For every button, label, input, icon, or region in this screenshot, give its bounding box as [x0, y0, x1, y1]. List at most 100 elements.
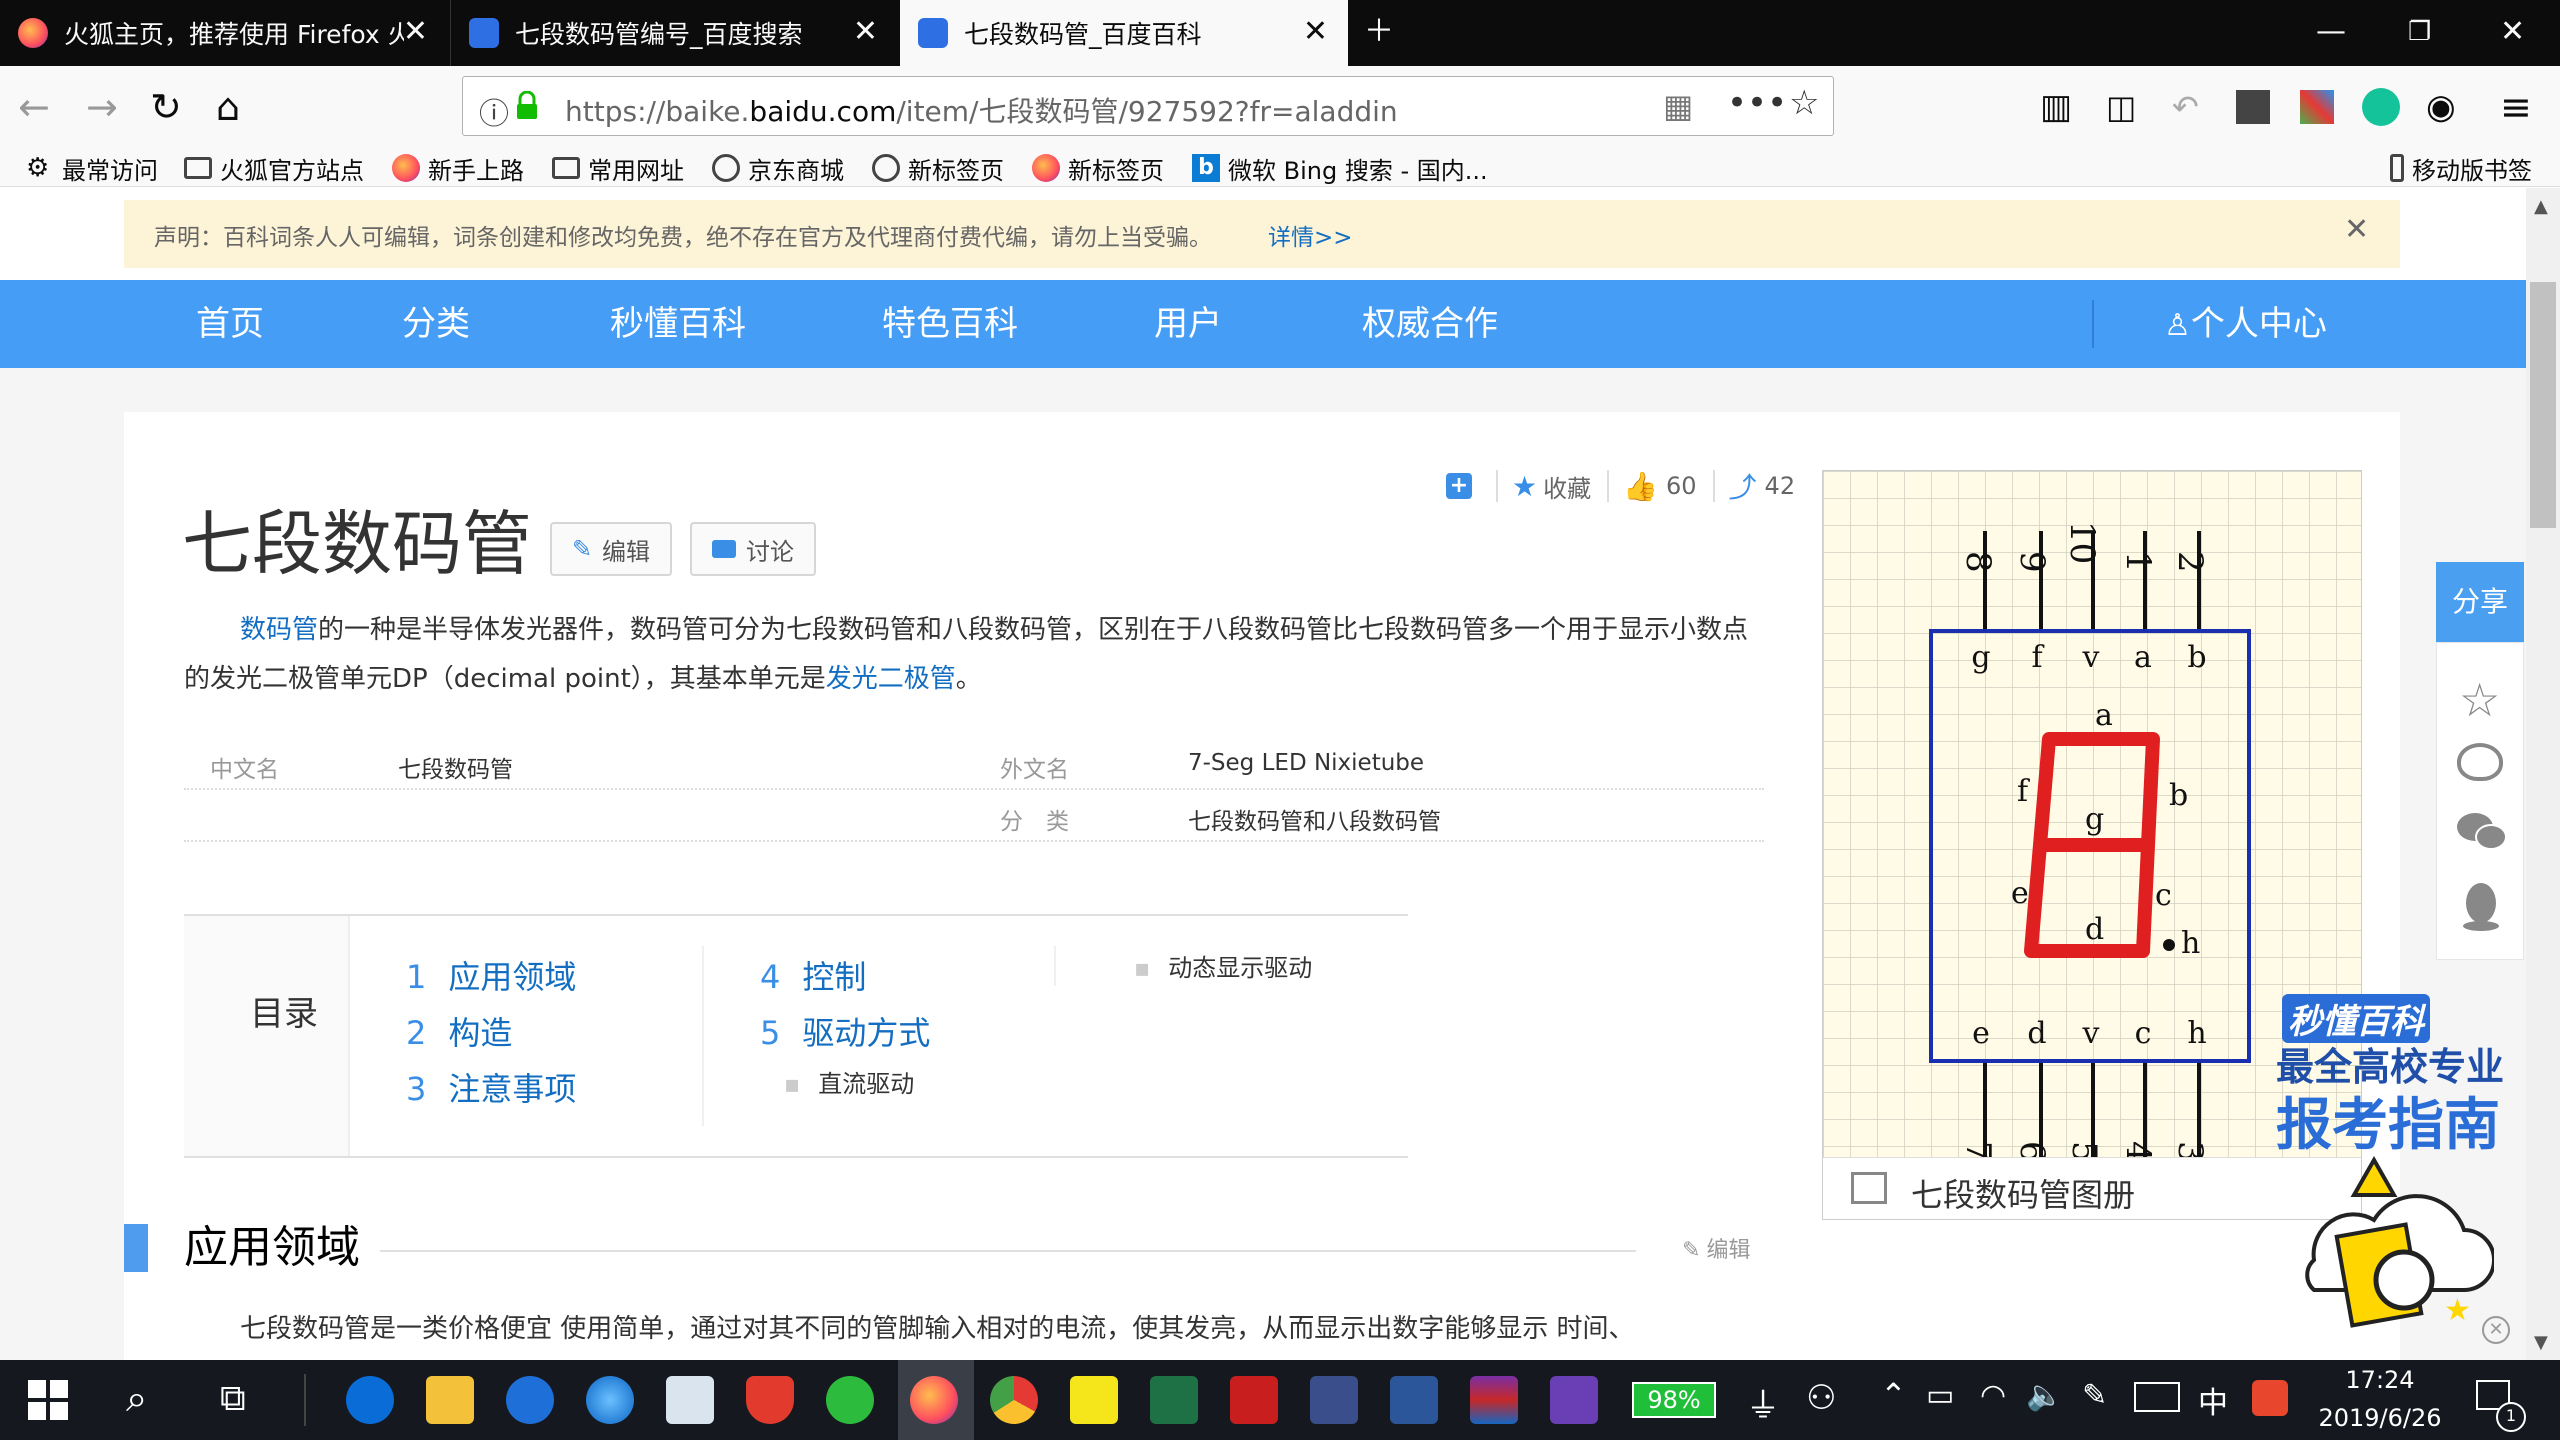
extension-icon[interactable] — [2236, 90, 2270, 124]
app-k-icon[interactable] — [506, 1376, 554, 1424]
close-icon[interactable]: ✕ — [853, 16, 878, 48]
undo-icon[interactable]: ↶ — [2172, 84, 2199, 130]
tab-baike-active[interactable]: 七段数码管_百度百科 ✕ — [900, 0, 1348, 66]
nav-video-wiki[interactable]: 秒懂百科 — [610, 300, 746, 348]
nav-home[interactable]: 首页 — [196, 300, 264, 348]
wechat-icon[interactable] — [826, 1376, 874, 1424]
excel-icon[interactable] — [1150, 1376, 1198, 1424]
menu-icon[interactable]: ≡ — [2500, 84, 2532, 130]
visual-studio-icon[interactable] — [1550, 1376, 1598, 1424]
add-icon[interactable]: + — [1446, 473, 1472, 499]
nav-featured[interactable]: 特色百科 — [882, 300, 1018, 348]
pen-icon[interactable]: ✎ — [2082, 1378, 2107, 1413]
ime-indicator[interactable]: 中 — [2198, 1378, 2228, 1422]
wechat-icon[interactable] — [2455, 811, 2507, 851]
notice-details-link[interactable]: 详情>> — [1268, 218, 1353, 252]
bookmark-star-icon[interactable]: ☆ — [1789, 83, 1819, 123]
battery-indicator[interactable]: 98% — [1632, 1382, 1716, 1418]
edit-button[interactable]: ✎ 编辑 — [550, 522, 672, 576]
minimize-icon[interactable]: — — [2316, 12, 2346, 52]
qzone-star-icon[interactable]: ☆ — [2459, 673, 2500, 727]
star-icon[interactable]: ★ — [1512, 470, 1537, 503]
tab-baidu-search[interactable]: 七段数码管编号_百度搜索 ✕ — [450, 0, 898, 66]
browser-globe-icon[interactable] — [586, 1376, 634, 1424]
toc-subitem[interactable]: ▪ 直流驱动 — [784, 1064, 914, 1099]
bookmark-item[interactable]: ⚙ 最常访问 — [26, 150, 158, 186]
toc-subitem[interactable]: ▪ 动态显示驱动 — [1134, 948, 1312, 983]
security-shield-icon[interactable] — [746, 1376, 794, 1424]
close-icon[interactable]: ✕ — [403, 16, 428, 48]
sidebar-icon[interactable]: ◫ — [2106, 84, 2136, 130]
close-icon[interactable]: ✕ — [1303, 16, 1328, 48]
mobile-bookmarks[interactable]: 移动版书签 — [2390, 150, 2532, 186]
bookmark-item[interactable]: 火狐官方站点 — [184, 150, 364, 186]
account-icon[interactable]: ◉ — [2426, 84, 2456, 130]
toc-item[interactable]: 3 注意事项 — [406, 1064, 576, 1110]
address-bar[interactable]: ⓘ https://baike.baidu.com/item/七段数码管/927… — [462, 76, 1834, 136]
toc-item[interactable]: 2 构造 — [406, 1008, 512, 1054]
share-icon[interactable]: ⤴ — [1729, 466, 1757, 506]
bookmark-item[interactable]: 新手上路 — [392, 150, 524, 186]
reload-icon[interactable]: ↻ — [150, 84, 182, 130]
bookmark-item[interactable]: 常用网址 — [552, 150, 684, 186]
toc-item[interactable]: 4 控制 — [760, 952, 866, 998]
qr-code-icon[interactable]: ▦ — [1663, 87, 1693, 125]
library-icon[interactable]: ▥ — [2040, 84, 2072, 130]
wifi-icon[interactable]: ◠ — [1980, 1378, 2006, 1413]
task-view-icon[interactable]: ⧉ — [220, 1378, 246, 1420]
windows-start-icon[interactable] — [28, 1380, 68, 1420]
link-nixie-tube[interactable]: 数码管 — [240, 615, 318, 645]
qq-icon[interactable] — [2461, 881, 2501, 931]
thumbs-up-icon[interactable]: 👍 — [1623, 470, 1658, 503]
discuss-button[interactable]: 讨论 — [690, 522, 816, 576]
extension-icon[interactable] — [2300, 90, 2334, 124]
volume-icon[interactable]: 🔈 — [2026, 1378, 2063, 1413]
share-panel-header[interactable]: 分享 — [2436, 562, 2524, 642]
tab-firefox-home[interactable]: 火狐主页，推荐使用 Firefox 火 ✕ — [0, 0, 448, 66]
bookmark-item[interactable]: b 微软 Bing 搜索 - 国内... — [1192, 150, 1488, 186]
firefox-icon[interactable] — [910, 1376, 958, 1424]
close-icon[interactable]: ✕ — [2344, 212, 2369, 247]
search-icon[interactable]: ⌕ — [126, 1376, 147, 1421]
grammarly-icon[interactable] — [2362, 88, 2400, 126]
window-close-icon[interactable]: ✕ — [2500, 12, 2525, 52]
nav-cooperation[interactable]: 权威合作 — [1362, 300, 1498, 348]
bookmark-item[interactable]: 新标签页 — [1032, 150, 1164, 186]
chrome-icon[interactable] — [990, 1376, 1038, 1424]
bookmark-item[interactable]: 京东商城 — [712, 150, 844, 186]
personal-center[interactable]: ♙个人中心 — [2164, 300, 2327, 350]
people-icon[interactable]: ⚇ — [1806, 1378, 1836, 1418]
word-icon[interactable] — [1390, 1376, 1438, 1424]
link-led[interactable]: 发光二极管 — [826, 664, 956, 694]
nav-users[interactable]: 用户 — [1154, 300, 1222, 348]
bookmark-item[interactable]: 新标签页 — [872, 150, 1004, 186]
toc-item[interactable]: 5 驱动方式 — [760, 1008, 930, 1054]
home-icon[interactable]: ⌂ — [216, 84, 240, 130]
acrobat-icon[interactable] — [1230, 1376, 1278, 1424]
edge-icon[interactable] — [346, 1376, 394, 1424]
battery-tray-icon[interactable]: ▭ — [1926, 1378, 1954, 1413]
clock-date[interactable]: 2019/6/26 — [2310, 1404, 2450, 1432]
nav-category[interactable]: 分类 — [402, 300, 470, 348]
restore-icon[interactable]: ❐ — [2408, 12, 2431, 52]
weibo-icon[interactable] — [2457, 743, 2503, 781]
keyboard-icon[interactable] — [2134, 1382, 2180, 1412]
scroll-down-icon[interactable]: ▼ — [2534, 1332, 2548, 1353]
scrollbar-thumb[interactable] — [2530, 282, 2556, 528]
winrar-icon[interactable] — [1470, 1376, 1518, 1424]
new-tab-icon[interactable]: ＋ — [1364, 12, 1394, 52]
monitor-app-icon[interactable] — [666, 1376, 714, 1424]
back-icon[interactable]: ← — [18, 84, 50, 130]
file-explorer-icon[interactable] — [426, 1376, 474, 1424]
sogou-ime-icon[interactable] — [2252, 1380, 2288, 1416]
page-actions-icon[interactable]: ••• — [1727, 83, 1787, 123]
forward-icon[interactable]: → — [86, 84, 118, 130]
scroll-up-icon[interactable]: ▲ — [2534, 196, 2548, 217]
scrollbar-track[interactable]: ▲ ▼ — [2526, 188, 2560, 1360]
figure-caption[interactable]: 七段数码管图册 — [1911, 1170, 2135, 1216]
info-icon[interactable]: ⓘ — [479, 89, 509, 133]
chevron-up-icon[interactable]: ⌃ — [1880, 1376, 1907, 1414]
sticky-notes-icon[interactable] — [1070, 1376, 1118, 1424]
building-app-icon[interactable] — [1310, 1376, 1358, 1424]
section-edit-button[interactable]: ✎ 编辑 — [1682, 1232, 1750, 1264]
